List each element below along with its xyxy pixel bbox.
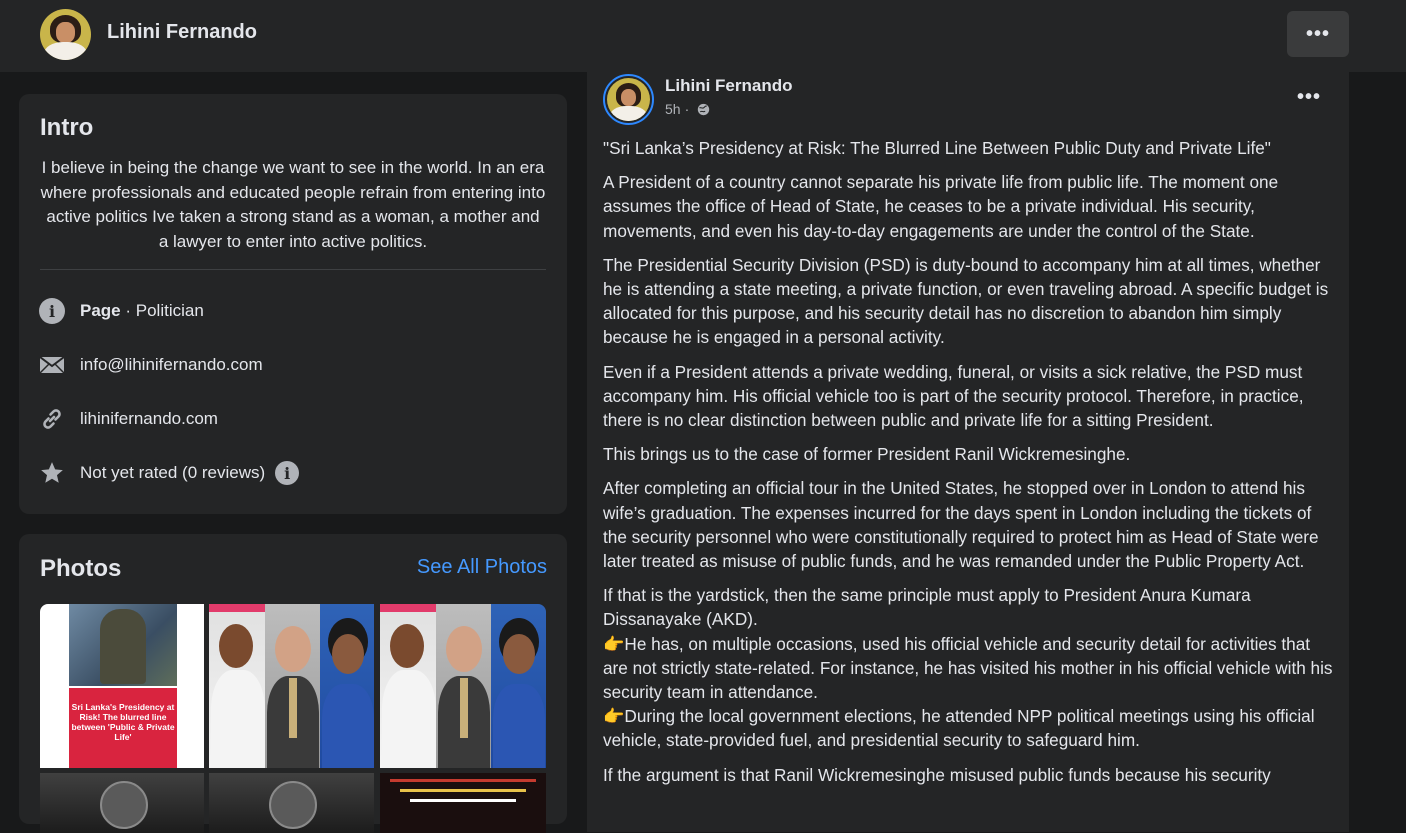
post-paragraph: If the argument is that Ranil Wickremesi… — [603, 764, 1271, 785]
post-card: Lihini Fernando 5h · ••• "Sri Lanka’s Pr… — [587, 72, 1349, 832]
intro-card: Intro I believe in being the change we w… — [19, 94, 567, 514]
rating-text: Not yet rated (0 reviews) — [80, 463, 266, 482]
photos-title: Photos — [40, 555, 122, 582]
info-icon: i — [38, 297, 66, 325]
post-body: "Sri Lanka’s Presidency at Risk: The Blu… — [603, 136, 1333, 797]
photos-card: Photos See All Photos Sri Lanka's Presid… — [19, 534, 567, 833]
website-row: lihinifernando.com — [38, 404, 218, 434]
post-bullet-text: He has, on multiple occasions, used his … — [603, 633, 1333, 703]
link-icon — [38, 405, 66, 433]
page-label: Page — [80, 301, 121, 320]
post-paragraph: The Presidential Security Division (PSD)… — [603, 254, 1329, 348]
post-paragraph: A President of a country cannot separate… — [603, 172, 1279, 241]
photo-thumbnail[interactable]: Sri Lanka's Presidency at Risk! The blur… — [40, 604, 204, 768]
see-all-photos-link[interactable]: See All Photos — [417, 556, 547, 579]
post-paragraph: If that is the yardstick, then the same … — [603, 585, 1251, 630]
post-timestamp[interactable]: 5h — [665, 101, 681, 117]
photo-thumbnail[interactable] — [209, 773, 374, 833]
page-category: · Politician — [120, 301, 204, 320]
email-link[interactable]: info@lihinifernando.com — [80, 355, 263, 375]
rating-row: Not yet rated (0 reviews) i — [38, 458, 315, 488]
profile-avatar[interactable] — [40, 9, 91, 60]
post-paragraph: Even if a President attends a private we… — [603, 361, 1304, 431]
post-paragraph: This brings us to the case of former Pre… — [603, 444, 1131, 465]
post-author-avatar[interactable] — [603, 74, 654, 125]
photo-thumbnail[interactable] — [40, 773, 204, 833]
star-icon — [38, 459, 66, 487]
post-author-name[interactable]: Lihini Fernando — [665, 76, 793, 96]
post-meta: 5h · — [665, 101, 710, 117]
intro-title: Intro — [40, 114, 94, 141]
meta-separator: · — [684, 101, 690, 117]
envelope-icon — [38, 351, 66, 379]
more-options-button[interactable]: ••• — [1287, 11, 1349, 57]
post-bullet: 👉He has, on multiple occasions, used his… — [603, 632, 1333, 705]
photo-thumbnail[interactable] — [209, 604, 374, 768]
photo-caption: Sri Lanka's Presidency at Risk! The blur… — [69, 688, 177, 768]
page-name[interactable]: Lihini Fernando — [107, 21, 257, 44]
page-category-row: i Page · Politician — [38, 296, 204, 326]
page-header: Lihini Fernando ••• — [0, 0, 1406, 72]
email-row: info@lihinifernando.com — [38, 350, 263, 380]
intro-bio: I believe in being the change we want to… — [40, 158, 546, 251]
post-bullet: 👉During the local government elections, … — [603, 704, 1333, 752]
globe-icon — [697, 103, 710, 116]
divider — [40, 269, 546, 270]
photo-thumbnail[interactable] — [380, 773, 546, 833]
website-link[interactable]: lihinifernando.com — [80, 409, 218, 429]
post-paragraph: After completing an official tour in the… — [603, 478, 1319, 572]
post-bullet-text: During the local government elections, h… — [603, 706, 1315, 751]
pointing-hand-icon: 👉 — [603, 633, 625, 654]
post-paragraph: "Sri Lanka’s Presidency at Risk: The Blu… — [603, 138, 1271, 158]
pointing-hand-icon: 👉 — [603, 706, 625, 727]
rating-info-icon[interactable]: i — [273, 459, 301, 487]
photo-thumbnail[interactable] — [380, 604, 546, 768]
post-more-options-button[interactable]: ••• — [1297, 86, 1321, 109]
